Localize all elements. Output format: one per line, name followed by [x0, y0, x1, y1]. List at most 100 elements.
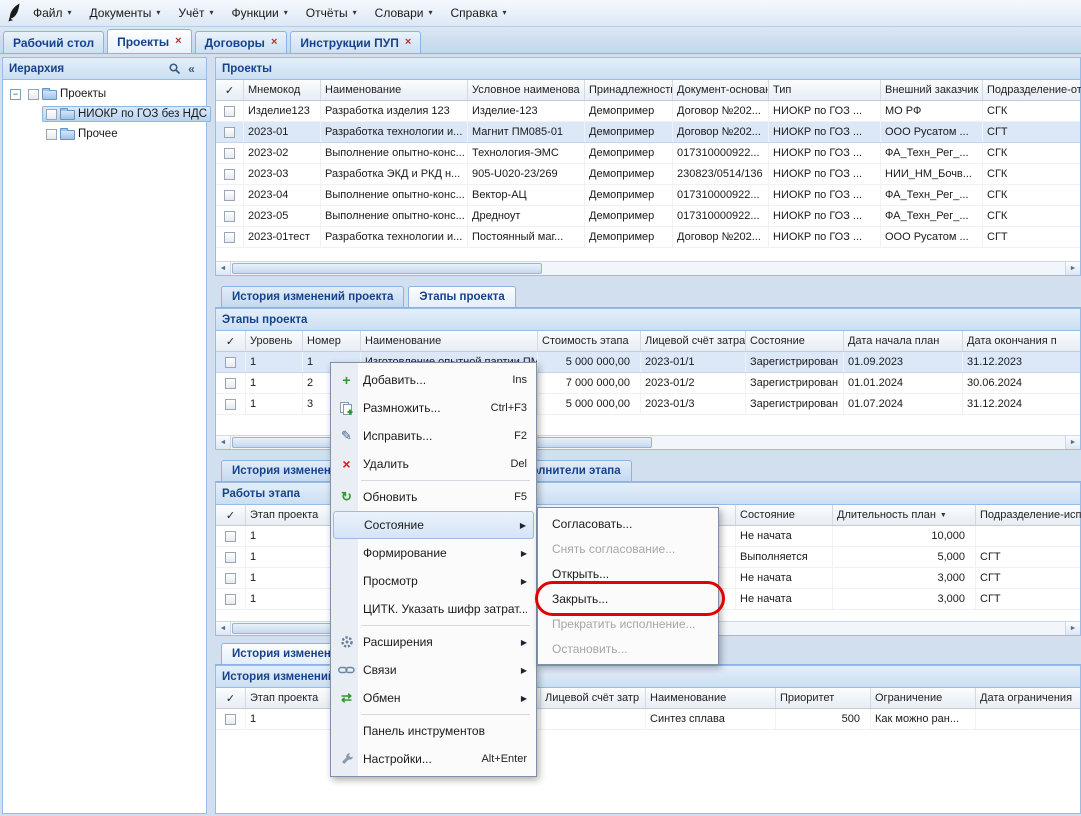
column-header[interactable]: Этап проекта [246, 688, 331, 708]
scroll-thumb[interactable] [232, 263, 542, 274]
menu-item[interactable]: ✎Исправить...F2 [333, 422, 534, 450]
column-header[interactable]: Дата начала план [844, 331, 963, 351]
select-all-column-header[interactable]: ✓ [216, 688, 246, 708]
column-header[interactable]: Наименование [646, 688, 776, 708]
row-checkbox[interactable] [224, 232, 235, 243]
select-all-column-header[interactable]: ✓ [216, 331, 246, 351]
submenu-item[interactable]: Согласовать... [540, 511, 716, 536]
column-header[interactable]: Состояние [746, 331, 844, 351]
column-header[interactable]: Принадлежность [585, 80, 673, 100]
column-header[interactable]: Дата ограничения [976, 688, 1081, 708]
tree-node[interactable]: − Проекты [5, 84, 204, 104]
menu-item[interactable]: Размножить...Ctrl+F3 [333, 394, 534, 422]
row-checkbox[interactable] [225, 357, 236, 368]
column-header[interactable]: Стоимость этапа [538, 331, 641, 351]
menu-item[interactable]: Панель инструментов [333, 717, 534, 745]
column-header[interactable]: Ограничение [871, 688, 976, 708]
menu-item[interactable]: Настройки...Alt+Enter [333, 745, 534, 773]
column-header[interactable]: Номер [303, 331, 361, 351]
tree-node[interactable]: НИОКР по ГОЗ без НДС [5, 104, 204, 124]
row-checkbox[interactable] [224, 148, 235, 159]
column-header[interactable]: Подразделение-от [983, 80, 1081, 100]
scroll-left-button[interactable]: ◄ [216, 436, 231, 449]
scroll-right-button[interactable]: ► [1065, 622, 1080, 635]
tree-node[interactable]: Прочее [5, 124, 204, 144]
table-row[interactable]: 2023-01тестРазработка технологии и...Пос… [216, 227, 1080, 248]
search-icon[interactable] [166, 61, 183, 77]
menu-item[interactable]: Расширения▶ [333, 628, 534, 656]
column-header[interactable]: Уровень [246, 331, 303, 351]
scroll-right-button[interactable]: ► [1065, 436, 1080, 449]
tree-checkbox[interactable] [46, 109, 57, 120]
horizontal-scrollbar[interactable]: ◄ ► [216, 261, 1080, 275]
collapse-panel-icon[interactable]: « [183, 61, 200, 77]
select-all-column-header[interactable]: ✓ [216, 505, 246, 525]
scroll-right-button[interactable]: ► [1065, 262, 1080, 275]
tree-node-label[interactable]: НИОКР по ГОЗ без НДС [78, 108, 207, 120]
row-checkbox[interactable] [224, 211, 235, 222]
column-header[interactable]: Условное наименова [468, 80, 585, 100]
tree-node-label[interactable]: Проекты [60, 88, 106, 100]
menu-item[interactable]: Формирование▶ [333, 539, 534, 567]
row-checkbox[interactable] [225, 573, 236, 584]
menu-item[interactable]: ×УдалитьDel [333, 450, 534, 478]
column-header[interactable]: Состояние [736, 505, 833, 525]
submenu-item[interactable]: Открыть... [540, 561, 716, 586]
column-header[interactable]: Наименование [321, 80, 468, 100]
row-checkbox[interactable] [224, 169, 235, 180]
main-tab[interactable]: Договоры× [195, 31, 288, 53]
table-row[interactable]: Изделие123Разработка изделия 123Изделие-… [216, 101, 1080, 122]
menubar-item[interactable]: Документы▾ [81, 2, 170, 24]
table-row[interactable]: 2023-04Выполнение опытно-конс...Вектор-А… [216, 185, 1080, 206]
column-header[interactable]: Этап проекта [246, 505, 331, 525]
table-row[interactable]: 2023-02Выполнение опытно-конс...Технолог… [216, 143, 1080, 164]
menu-item[interactable]: Связи▶ [333, 656, 534, 684]
close-icon[interactable]: × [175, 36, 181, 47]
menu-item[interactable]: Состояние▶ [333, 511, 534, 539]
column-header[interactable]: Наименование [361, 331, 538, 351]
tree-node-label[interactable]: Прочее [78, 128, 118, 140]
row-checkbox[interactable] [225, 594, 236, 605]
scroll-track[interactable] [231, 262, 1065, 275]
row-checkbox[interactable] [225, 714, 236, 725]
submenu-item[interactable]: Закрыть... [540, 586, 716, 611]
menu-item[interactable]: Просмотр▶ [333, 567, 534, 595]
column-header[interactable]: Длительность план▼ [833, 505, 976, 525]
main-tab[interactable]: Проекты× [107, 29, 192, 53]
menubar-item[interactable]: Словари▾ [366, 2, 442, 24]
row-checkbox[interactable] [224, 190, 235, 201]
tree-collapse-icon[interactable]: − [10, 89, 21, 100]
menu-item[interactable]: ЦИТК. Указать шифр затрат... [333, 595, 534, 623]
menubar-item[interactable]: Учёт▾ [169, 2, 222, 24]
row-checkbox[interactable] [225, 399, 236, 410]
menubar-item[interactable]: Справка▾ [441, 2, 515, 24]
row-checkbox[interactable] [224, 106, 235, 117]
column-header[interactable]: Лицевой счёт затр [541, 688, 646, 708]
scroll-left-button[interactable]: ◄ [216, 262, 231, 275]
section-tab[interactable]: История изменений проекта [221, 286, 404, 307]
row-checkbox[interactable] [225, 378, 236, 389]
tree-checkbox[interactable] [46, 129, 57, 140]
column-header[interactable]: Подразделение-исполн [976, 505, 1081, 525]
menubar-item[interactable]: Отчёты▾ [297, 2, 366, 24]
close-icon[interactable]: × [405, 37, 411, 48]
select-all-column-header[interactable]: ✓ [216, 80, 244, 100]
tree-checkbox[interactable] [28, 89, 39, 100]
menu-item[interactable]: +Добавить...Ins [333, 366, 534, 394]
column-header[interactable]: Документ-основан [673, 80, 769, 100]
row-checkbox[interactable] [224, 127, 235, 138]
row-checkbox[interactable] [225, 552, 236, 563]
table-row[interactable]: 2023-01Разработка технологии и...Магнит … [216, 122, 1080, 143]
main-tab[interactable]: Рабочий стол [3, 31, 104, 53]
section-tab[interactable]: Этапы проекта [408, 286, 515, 307]
table-row[interactable]: 2023-03Разработка ЭКД и РКД н...905-U020… [216, 164, 1080, 185]
column-header[interactable]: Мнемокод [244, 80, 321, 100]
column-header[interactable]: Лицевой счёт затрат [641, 331, 746, 351]
column-header[interactable]: Дата окончания п [963, 331, 1081, 351]
column-header[interactable]: Приоритет [776, 688, 871, 708]
row-checkbox[interactable] [225, 531, 236, 542]
menubar-item[interactable]: Файл▾ [24, 2, 81, 24]
menu-item[interactable]: ⇄Обмен▶ [333, 684, 534, 712]
column-header[interactable]: Внешний заказчик [881, 80, 983, 100]
column-header[interactable]: Тип [769, 80, 881, 100]
